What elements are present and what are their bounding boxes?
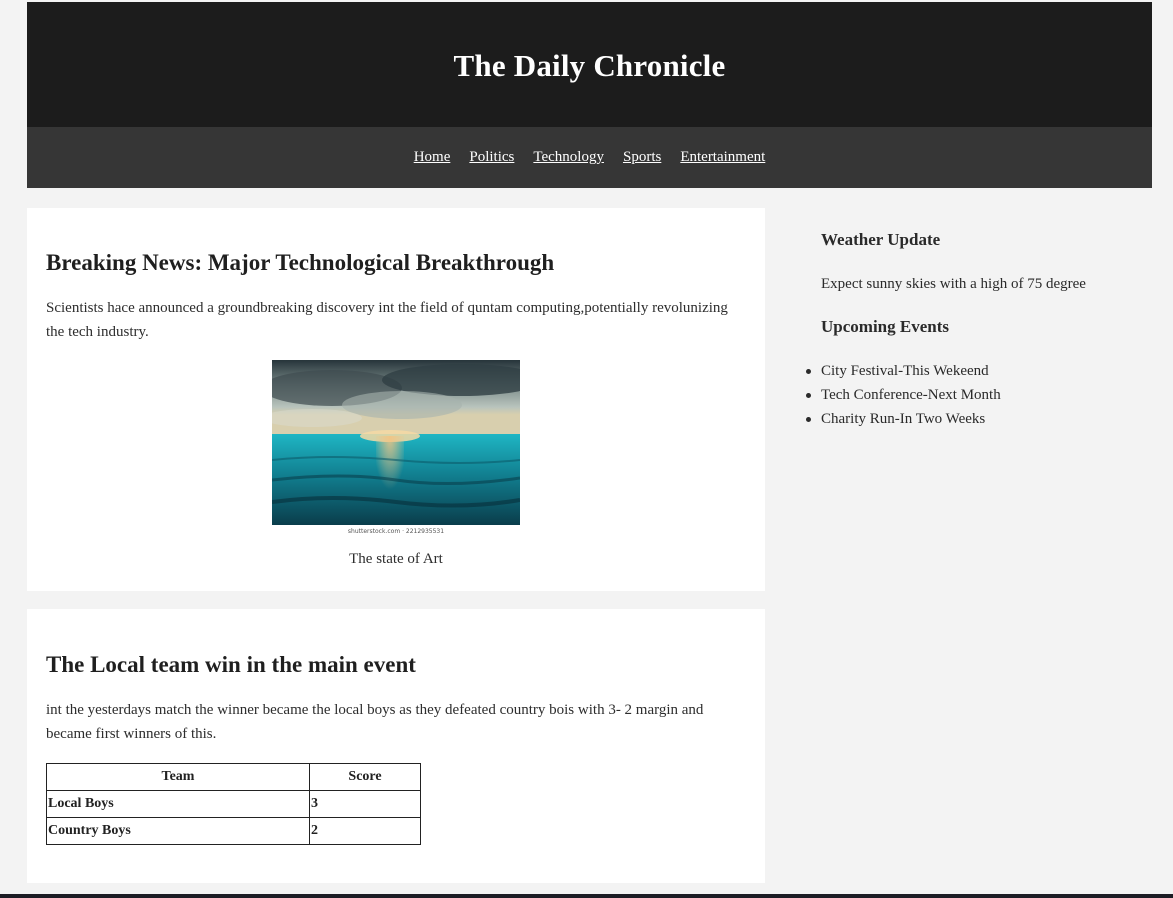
column-header-score: Score [309, 763, 421, 791]
event-label: City Festival-This Wekeend [821, 363, 989, 379]
site-title: The Daily Chronicle [453, 47, 726, 83]
nav-link-home[interactable]: Home [414, 149, 451, 166]
table-header-row: Team Score [46, 763, 421, 791]
column-header-team: Team [46, 763, 310, 791]
nav-link-politics[interactable]: Politics [469, 149, 514, 166]
nav-link-sports[interactable]: Sports [623, 149, 661, 166]
sidebar: Weather Update Expect sunny skies with a… [806, 208, 1141, 431]
team-cell: Country Boys [46, 817, 310, 845]
photo-credit: shutterstock.com · 2212935531 [272, 525, 520, 538]
weather-heading: Weather Update [821, 230, 941, 249]
list-item: Charity Run-In Two Weeks [806, 407, 1141, 431]
article-headline: Breaking News: Major Technological Break… [46, 250, 555, 275]
bullet-icon [806, 417, 811, 422]
bullet-icon [806, 369, 811, 374]
ocean-photo-image [272, 360, 520, 525]
events-heading: Upcoming Events [821, 317, 949, 336]
article-local-team: The Local team win in the main event int… [27, 609, 765, 883]
event-label: Tech Conference-Next Month [821, 387, 1001, 403]
masthead: The Daily Chronicle [27, 2, 1152, 127]
ocean-storm-photo: shutterstock.com · 2212935531 [272, 360, 520, 538]
table-row: Local Boys 3 [46, 790, 421, 818]
article-tech-breakthrough: Breaking News: Major Technological Break… [27, 208, 765, 591]
nav-link-entertainment[interactable]: Entertainment [680, 149, 765, 166]
window-bottom-edge [0, 894, 1173, 898]
score-cell: 3 [309, 790, 421, 818]
bullet-icon [806, 393, 811, 398]
score-table: Team Score Local Boys 3 Country Boys 2 [46, 763, 421, 845]
list-item: City Festival-This Wekeend [806, 359, 1141, 383]
article-body: int the yesterdays match the winner beca… [46, 702, 704, 742]
team-cell: Local Boys [46, 790, 310, 818]
nav-link-technology[interactable]: Technology [533, 149, 604, 166]
score-cell: 2 [309, 817, 421, 845]
events-list: City Festival-This Wekeend Tech Conferen… [806, 359, 1141, 431]
table-row: Country Boys 2 [46, 817, 421, 845]
page: The Daily Chronicle Home Politics Techno… [0, 0, 1173, 898]
article-headline: The Local team win in the main event [46, 652, 416, 677]
image-caption: The state of Art [349, 551, 443, 567]
event-label: Charity Run-In Two Weeks [821, 411, 986, 427]
list-item: Tech Conference-Next Month [806, 383, 1141, 407]
weather-text: Expect sunny skies with a high of 75 deg… [821, 276, 1086, 292]
article-figure: shutterstock.com · 2212935531 The state … [46, 360, 746, 568]
article-body: Scientists hace announced a groundbreaki… [46, 300, 728, 340]
main-nav: Home Politics Technology Sports Entertai… [27, 127, 1152, 188]
